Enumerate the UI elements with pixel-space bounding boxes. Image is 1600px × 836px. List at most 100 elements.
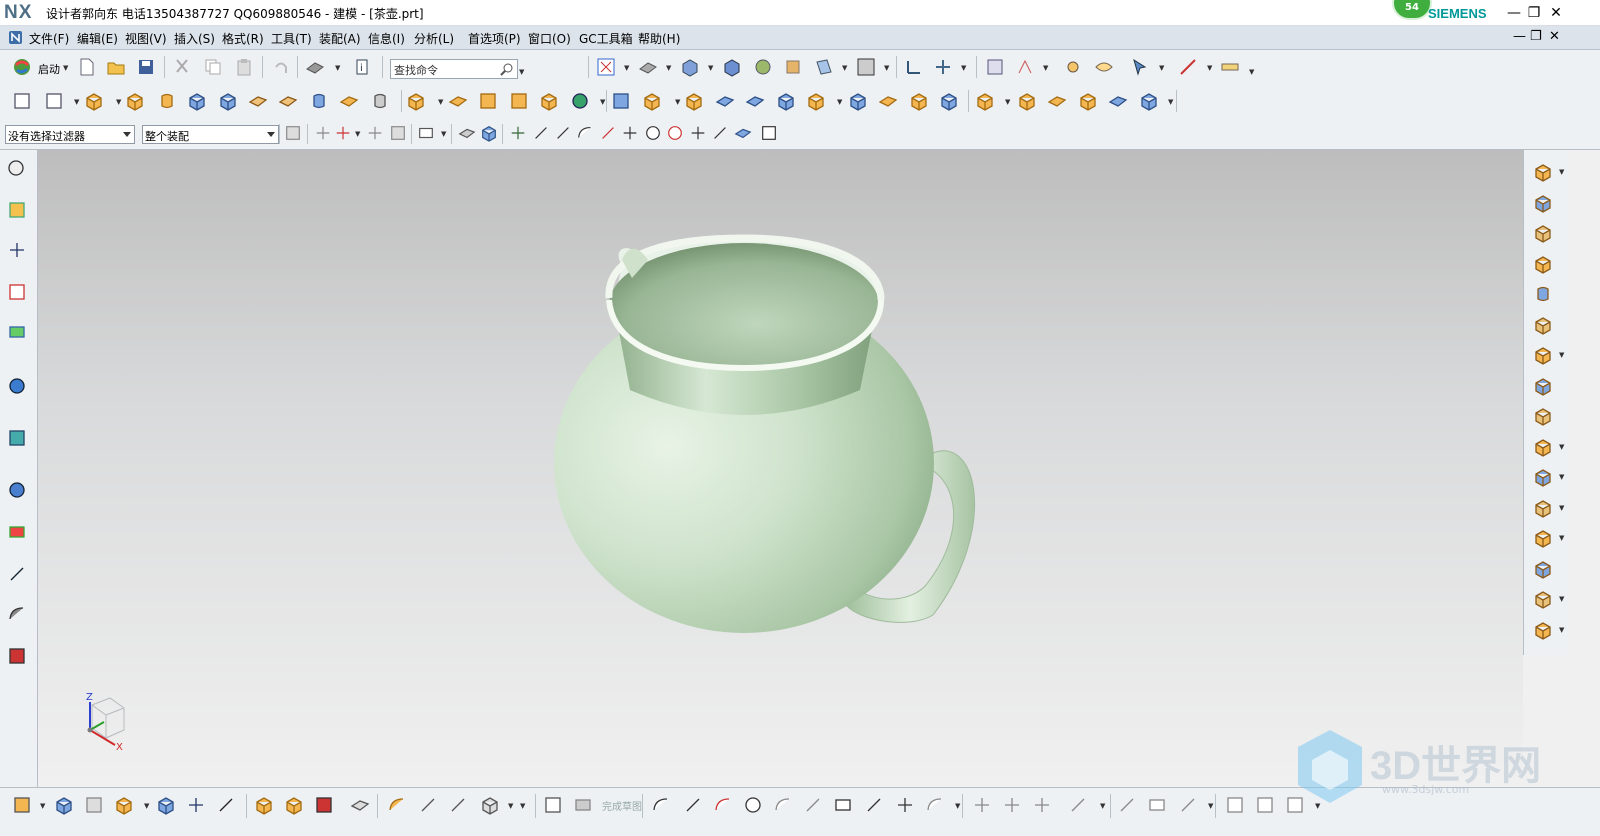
menu-view[interactable]: 视图(V) <box>125 30 167 47</box>
ruler-icon[interactable] <box>1220 57 1240 77</box>
show-hide-icon[interactable] <box>1094 57 1114 77</box>
menu-help[interactable]: 帮助(H) <box>638 30 680 47</box>
search-icon[interactable] <box>500 62 514 76</box>
clearance-icon[interactable] <box>314 795 334 815</box>
minimize-button[interactable]: — <box>1504 4 1524 22</box>
existing-point-icon[interactable] <box>689 124 707 142</box>
ruler-dropdown-icon[interactable]: ▼ <box>1249 68 1254 76</box>
quick-extend-icon[interactable] <box>1002 795 1022 815</box>
measure-dropdown-icon[interactable]: ▼ <box>1207 64 1212 72</box>
chevron-down-icon[interactable]: ▼ <box>1005 98 1010 106</box>
new-file-icon[interactable] <box>77 57 97 77</box>
chevron-down-icon[interactable]: ▼ <box>1168 98 1173 106</box>
show-constraints-icon[interactable] <box>1225 795 1245 815</box>
offset-surface-icon[interactable] <box>1533 315 1553 335</box>
trim-body-icon[interactable] <box>776 91 796 111</box>
hd3d-tools-icon[interactable] <box>7 376 27 396</box>
curve-link-icon[interactable] <box>387 795 407 815</box>
menu-assembly[interactable]: 装配(A) <box>319 30 361 47</box>
measure-distance-icon[interactable] <box>1178 57 1198 77</box>
chevron-down-icon[interactable]: ▼ <box>441 130 446 138</box>
chevron-down-icon[interactable]: ▼ <box>40 802 45 810</box>
menu-gc-toolbox[interactable]: GC工具箱 <box>579 30 633 47</box>
view-cube-icon[interactable] <box>722 57 742 77</box>
shell-icon[interactable] <box>611 91 631 111</box>
assembly-icon[interactable] <box>54 795 74 815</box>
revolve-icon[interactable] <box>125 91 145 111</box>
enable-snap-icon[interactable] <box>509 124 527 142</box>
doc-restore-button[interactable]: ❐ <box>1530 29 1542 44</box>
control-point-icon[interactable] <box>576 124 594 142</box>
menu-format[interactable]: 格式(R) <box>222 30 264 47</box>
solid-select-icon[interactable] <box>480 124 498 142</box>
chamfer-icon[interactable] <box>684 91 704 111</box>
teapot-model[interactable] <box>38 150 1523 787</box>
notification-badge[interactable]: 54 <box>1392 0 1432 20</box>
extrude-icon[interactable] <box>84 91 104 111</box>
delete-face-icon[interactable] <box>1108 91 1128 111</box>
menu-preferences[interactable]: 首选项(P) <box>468 30 521 47</box>
search-dropdown-icon[interactable]: ▼ <box>519 68 524 76</box>
sew-icon[interactable] <box>909 91 929 111</box>
grid-icon[interactable] <box>760 124 778 142</box>
center-point-icon[interactable] <box>644 124 662 142</box>
quadrant-icon[interactable] <box>666 124 684 142</box>
material-sphere-icon[interactable] <box>753 57 773 77</box>
feature-group-icon[interactable] <box>1533 162 1553 182</box>
layer-settings-icon[interactable] <box>985 57 1005 77</box>
point-on-curve-icon[interactable] <box>711 124 729 142</box>
shaded-mode-dropdown-icon[interactable]: ▼ <box>666 64 671 72</box>
section-view-dropdown-icon[interactable]: ▼ <box>842 64 847 72</box>
body-import-icon[interactable] <box>480 795 500 815</box>
chevron-down-icon[interactable]: ▼ <box>144 802 149 810</box>
menu-analysis[interactable]: 分析(L) <box>414 30 454 47</box>
unite-rb-icon[interactable] <box>1533 620 1553 640</box>
graphics-viewport[interactable]: Z X <box>38 150 1523 787</box>
unite-icon[interactable] <box>406 91 426 111</box>
roles-icon[interactable] <box>7 646 27 666</box>
chevron-down-icon[interactable]: ▼ <box>1208 802 1213 810</box>
mirror-curve-icon[interactable] <box>1117 795 1137 815</box>
finish-sketch-icon[interactable] <box>573 795 593 815</box>
promote-body-icon[interactable] <box>1533 437 1553 457</box>
pocket-icon[interactable] <box>218 91 238 111</box>
constraint-navigator-icon[interactable] <box>7 240 27 260</box>
spline-icon[interactable] <box>925 795 945 815</box>
mate-constraint-icon[interactable] <box>186 795 206 815</box>
offset-face-icon[interactable] <box>745 91 765 111</box>
snap-icon[interactable] <box>314 124 332 142</box>
snap-to-point-icon[interactable] <box>1533 223 1553 243</box>
boss-icon[interactable] <box>187 91 207 111</box>
move-object-rb-icon[interactable] <box>1533 193 1553 213</box>
render-style-dropdown-icon[interactable]: ▼ <box>335 64 340 72</box>
command-search-input[interactable]: 查找命令 <box>390 59 518 79</box>
start-button-label[interactable]: 启动 <box>38 61 60 77</box>
profile-b-icon[interactable] <box>651 795 671 815</box>
fillet-icon[interactable] <box>773 795 793 815</box>
body-select-icon[interactable] <box>458 124 476 142</box>
undo-icon[interactable] <box>271 57 291 77</box>
split-body-icon[interactable] <box>806 91 826 111</box>
patch-body-icon[interactable] <box>1533 498 1553 518</box>
copy-icon[interactable] <box>203 57 223 77</box>
shaded-mode-icon[interactable] <box>638 57 658 77</box>
background-icon[interactable] <box>856 57 876 77</box>
profile-icon[interactable] <box>448 795 468 815</box>
filter-icon[interactable] <box>284 124 302 142</box>
selection-scope-select[interactable]: 整个装配 <box>142 125 279 144</box>
sequence-icon[interactable] <box>284 795 304 815</box>
extract-icon[interactable] <box>939 91 959 111</box>
intersect-icon[interactable] <box>478 91 498 111</box>
replace-face-icon[interactable] <box>975 91 995 111</box>
subtract-icon[interactable] <box>448 91 468 111</box>
history-icon[interactable] <box>7 480 27 500</box>
chamfer-b-icon[interactable] <box>803 795 823 815</box>
cylinder-icon[interactable] <box>309 91 329 111</box>
doc-minimize-button[interactable]: — <box>1513 29 1526 44</box>
restore-button[interactable]: ❐ <box>1524 4 1544 22</box>
chevron-down-icon[interactable]: ▼ <box>1559 473 1564 481</box>
endpoint-icon[interactable] <box>532 124 550 142</box>
line-icon[interactable] <box>683 795 703 815</box>
assembly-navigator-icon[interactable] <box>7 200 27 220</box>
chevron-down-icon[interactable]: ▼ <box>116 98 121 106</box>
